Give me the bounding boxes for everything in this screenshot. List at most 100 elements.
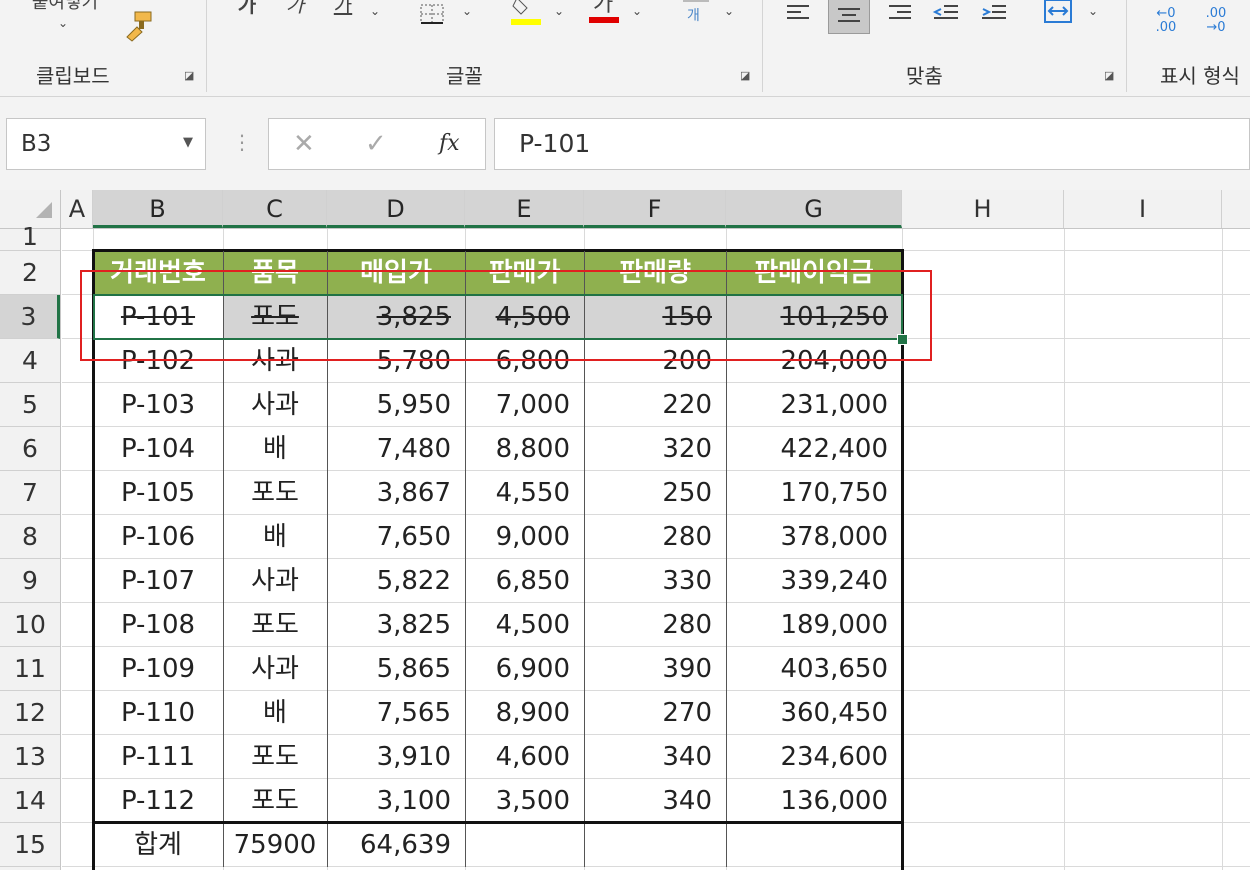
row-header-2[interactable]: 2	[0, 251, 60, 295]
table-cell[interactable]: P-112	[93, 779, 223, 823]
table-cell[interactable]: 189,000	[726, 603, 902, 647]
borders-button[interactable]	[414, 0, 450, 30]
underline-button[interactable]: 가	[328, 0, 358, 18]
underline-dropdown-icon[interactable]: ⌄	[370, 4, 380, 18]
table-cell[interactable]: 378,000	[726, 515, 902, 559]
table-header-cell[interactable]: 매입가	[327, 251, 465, 295]
font-color-button[interactable]: 가	[586, 0, 622, 23]
table-cell[interactable]: 340	[584, 779, 726, 823]
table-cell[interactable]: 340	[584, 735, 726, 779]
row-header-8[interactable]: 8	[0, 515, 60, 559]
table-cell[interactable]: 포도	[223, 471, 327, 515]
table-cell[interactable]: 5,822	[327, 559, 465, 603]
table-cell[interactable]: P-103	[93, 383, 223, 427]
table-cell[interactable]: 8,800	[465, 427, 584, 471]
table-cell[interactable]: 9,000	[465, 515, 584, 559]
table-header-cell[interactable]: 판매이익금	[726, 251, 902, 295]
table-cell[interactable]: 250	[584, 471, 726, 515]
total-cell[interactable]: 64,639	[327, 823, 465, 867]
table-cell[interactable]: 포도	[223, 603, 327, 647]
table-cell[interactable]: P-107	[93, 559, 223, 603]
table-cell[interactable]: 3,867	[327, 471, 465, 515]
table-cell[interactable]: 204,000	[726, 339, 902, 383]
table-cell[interactable]: 배	[223, 427, 327, 471]
row-header-12[interactable]: 12	[0, 691, 60, 735]
table-cell[interactable]: 6,850	[465, 559, 584, 603]
table-cell[interactable]: 3,500	[465, 779, 584, 823]
borders-dropdown-icon[interactable]: ⌄	[462, 4, 472, 18]
table-cell[interactable]: P-102	[93, 339, 223, 383]
fill-color-dropdown-icon[interactable]: ⌄	[554, 4, 564, 18]
table-cell[interactable]: 234,600	[726, 735, 902, 779]
column-header-e[interactable]: E	[465, 190, 584, 228]
table-cell[interactable]: 사과	[223, 559, 327, 603]
table-cell[interactable]: 3,100	[327, 779, 465, 823]
row-header-13[interactable]: 13	[0, 735, 60, 779]
font-color-dropdown-icon[interactable]: ⌄	[632, 4, 642, 18]
row-header-6[interactable]: 6	[0, 427, 60, 471]
table-cell[interactable]: 4,550	[465, 471, 584, 515]
table-cell[interactable]: 사과	[223, 647, 327, 691]
table-cell[interactable]: 6,900	[465, 647, 584, 691]
decrease-indent-button[interactable]	[928, 0, 964, 28]
total-cell[interactable]	[465, 823, 584, 867]
format-painter-button[interactable]	[118, 8, 158, 44]
merge-center-button[interactable]	[1038, 0, 1078, 26]
phonetic-dropdown-icon[interactable]: ⌄	[724, 4, 734, 18]
total-cell[interactable]: 75900	[223, 823, 327, 867]
total-cell[interactable]	[726, 823, 902, 867]
table-cell[interactable]: 배	[223, 691, 327, 735]
phonetic-button[interactable]: 개	[676, 0, 716, 24]
table-cell[interactable]: 280	[584, 603, 726, 647]
table-header-cell[interactable]: 품목	[223, 251, 327, 295]
table-cell[interactable]: 170,750	[726, 471, 902, 515]
table-cell[interactable]: 200	[584, 339, 726, 383]
row-header-3[interactable]: 3	[0, 295, 60, 339]
total-cell[interactable]	[584, 823, 726, 867]
row-header-5[interactable]: 5	[0, 383, 60, 427]
table-cell[interactable]: P-101	[93, 295, 223, 339]
name-box-dropdown-icon[interactable]: ▼	[183, 135, 193, 150]
table-cell[interactable]: 3,910	[327, 735, 465, 779]
table-cell[interactable]: P-111	[93, 735, 223, 779]
row-header-10[interactable]: 10	[0, 603, 60, 647]
table-cell[interactable]: 5,780	[327, 339, 465, 383]
table-cell[interactable]: 150	[584, 295, 726, 339]
table-cell[interactable]: 280	[584, 515, 726, 559]
row-header-4[interactable]: 4	[0, 339, 60, 383]
table-header-cell[interactable]: 거래번호	[93, 251, 223, 295]
table-cell[interactable]: 배	[223, 515, 327, 559]
table-cell[interactable]: 3,825	[327, 603, 465, 647]
table-cell[interactable]: 5,950	[327, 383, 465, 427]
row-header-1[interactable]: 1	[0, 224, 60, 251]
table-header-cell[interactable]: 판매가	[465, 251, 584, 295]
table-cell[interactable]: 270	[584, 691, 726, 735]
column-header-i[interactable]: I	[1064, 190, 1222, 228]
fill-handle[interactable]	[897, 334, 908, 345]
formula-input[interactable]: P-101	[494, 118, 1250, 170]
table-cell[interactable]: 360,450	[726, 691, 902, 735]
table-cell[interactable]: 4,500	[465, 603, 584, 647]
table-cell[interactable]: 4,500	[465, 295, 584, 339]
paste-button[interactable]: 붙여넣기	[20, 0, 110, 16]
cancel-icon[interactable]: ✕	[293, 129, 315, 159]
increase-indent-button[interactable]	[976, 0, 1012, 28]
table-cell[interactable]: 3,825	[327, 295, 465, 339]
table-cell[interactable]: 7,650	[327, 515, 465, 559]
column-header-c[interactable]: C	[223, 190, 327, 228]
table-cell[interactable]: 6,800	[465, 339, 584, 383]
fill-color-button[interactable]	[508, 0, 544, 25]
table-cell[interactable]: 4,600	[465, 735, 584, 779]
table-cell[interactable]: 7,565	[327, 691, 465, 735]
table-cell[interactable]: 포도	[223, 779, 327, 823]
table-cell[interactable]: 136,000	[726, 779, 902, 823]
column-header-b[interactable]: B	[93, 190, 223, 228]
table-cell[interactable]: 330	[584, 559, 726, 603]
row-header-7[interactable]: 7	[0, 471, 60, 515]
enter-icon[interactable]: ✓	[365, 129, 387, 159]
insert-function-icon[interactable]: fx	[439, 131, 460, 156]
table-cell[interactable]: P-106	[93, 515, 223, 559]
alignment-launcher-icon[interactable]: ◪	[1104, 70, 1116, 82]
column-header-d[interactable]: D	[327, 190, 465, 228]
column-header-g[interactable]: G	[726, 190, 902, 228]
